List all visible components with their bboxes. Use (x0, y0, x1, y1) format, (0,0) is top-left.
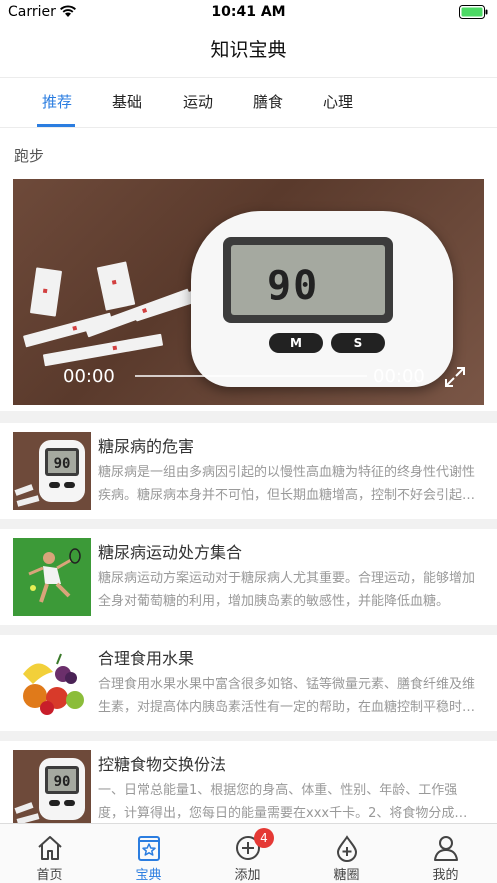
article-title: 糖尿病运动处方集合 (98, 543, 243, 562)
divider (0, 519, 497, 529)
video-player[interactable]: 90 M S 00:00 00:00 (13, 179, 484, 405)
thumb-reading: 90 (54, 456, 71, 472)
article-thumbnail: 90 (13, 432, 91, 510)
tabbar-label: 添加 (234, 868, 261, 883)
nav-bar: 知识宝典 (0, 26, 497, 78)
drop-plus-icon (336, 835, 358, 862)
tabbar-label: 糖圈 (333, 868, 360, 883)
tab-basics[interactable]: 基础 (97, 78, 157, 128)
meter-s-button: S (331, 333, 385, 353)
tabbar-label: 宝典 (135, 868, 162, 883)
tabbar-community[interactable]: 糖圈 (297, 824, 396, 883)
test-strip-image (29, 267, 63, 317)
divider (0, 625, 497, 635)
divider (0, 731, 497, 741)
test-strip-image (84, 288, 192, 338)
status-bar: Carrier 10:41 AM (0, 0, 497, 26)
tabbar-handbook[interactable]: 宝典 (99, 824, 198, 883)
article-item[interactable]: 合理食用水果 合理食用水果水果中富含很多如铬、锰等微量元素、膳食纤维及维生素，对… (0, 635, 497, 731)
tabbar-profile[interactable]: 我的 (396, 824, 495, 883)
battery-icon (459, 5, 488, 19)
clock: 10:41 AM (211, 4, 286, 20)
article-title: 糖尿病的危害 (98, 437, 195, 456)
tabbar-home[interactable]: 首页 (0, 824, 99, 883)
tab-exercise[interactable]: 运动 (168, 78, 228, 128)
article-description: 合理食用水果水果中富含很多如铬、锰等微量元素、膳食纤维及维生素，对提高体内胰岛素… (98, 677, 476, 715)
article-description: 一、日常总能量1、根据您的身高、体重、性别、年龄、工作强度，计算得出，您每日的能… (98, 783, 468, 821)
active-tab-indicator (37, 124, 75, 127)
video-progress-bar[interactable] (135, 375, 367, 377)
video-current-time: 00:00 (63, 366, 115, 387)
video-duration: 00:00 (373, 366, 425, 387)
article-thumbnail (13, 644, 91, 722)
fullscreen-icon[interactable] (443, 365, 467, 389)
thumb-reading: 90 (54, 774, 71, 790)
article-description: 糖尿病是一组由多病因引起的以慢性高血糖为特征的终身性代谢性疾病。糖尿病本身并不可… (98, 465, 476, 503)
article-item[interactable]: 90 糖尿病的危害 糖尿病是一组由多病因引起的以慢性高血糖为特征的终身性代谢性疾… (0, 423, 497, 519)
tabbar-label: 首页 (36, 868, 63, 883)
glucose-meter-image: 90 M S (191, 211, 453, 387)
article-title: 控糖食物交换份法 (98, 755, 227, 774)
article-item[interactable]: 糖尿病运动处方集合 糖尿病运动方案运动对于糖尿病人尤其重要。合理运动，能够增加全… (0, 529, 497, 625)
article-title: 合理食用水果 (98, 649, 195, 668)
test-strip-image (96, 261, 136, 311)
divider (0, 411, 497, 423)
featured-section-title: 跑步 (14, 147, 45, 165)
category-tabs: 推荐 基础 运动 膳食 心理 (0, 78, 497, 128)
tab-diet[interactable]: 膳食 (238, 78, 298, 128)
person-icon (434, 836, 458, 861)
test-strip-image (42, 333, 164, 367)
book-star-icon (138, 836, 160, 861)
meter-reading: 90 (267, 263, 320, 309)
home-icon (38, 836, 62, 860)
tab-recommended[interactable]: 推荐 (27, 78, 87, 128)
tabbar-label: 我的 (432, 868, 459, 883)
article-thumbnail (13, 538, 91, 616)
tab-psychology[interactable]: 心理 (308, 78, 368, 128)
tabbar-add[interactable]: 添加 (198, 824, 297, 883)
article-description: 糖尿病运动方案运动对于糖尿病人尤其重要。合理运动，能够增加全身对葡萄糖的利用，增… (98, 571, 476, 609)
article-thumbnail: 90 (13, 750, 91, 828)
meter-screen: 90 (223, 237, 393, 323)
page-title: 知识宝典 (210, 39, 287, 61)
meter-m-button: M (269, 333, 323, 353)
notification-badge: 4 (254, 828, 274, 848)
bottom-tab-bar: 首页 宝典 添加 4 糖圈 我的 (0, 823, 497, 883)
